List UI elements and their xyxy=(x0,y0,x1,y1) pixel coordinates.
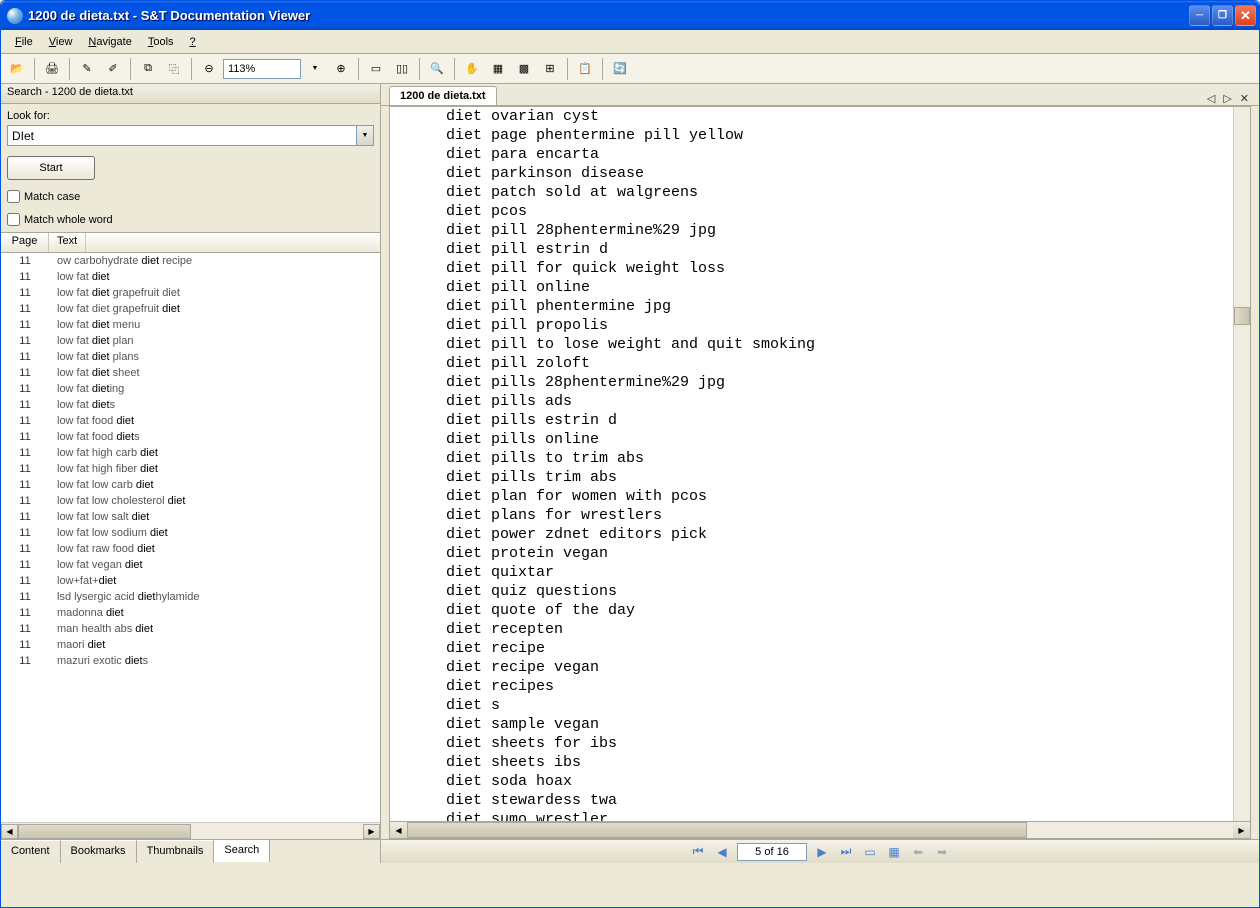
refresh-icon[interactable]: 🔄 xyxy=(608,57,632,81)
next-page-icon[interactable]: ▶ xyxy=(813,843,831,861)
highlight-tool-icon[interactable]: ✐ xyxy=(101,57,125,81)
first-page-icon[interactable]: ⏮ xyxy=(689,843,707,861)
sidebar-tabs: Content Bookmarks Thumbnails Search xyxy=(1,839,380,863)
result-row[interactable]: 11low fat diets xyxy=(1,397,380,413)
col-text[interactable]: Text xyxy=(49,233,86,252)
window-title: 1200 de dieta.txt - S&T Documentation Vi… xyxy=(28,8,1189,23)
statusbar: ⏮ ◀ ▶ ⏭ ▭ ▦ ⬅ ➡ xyxy=(381,839,1259,863)
result-row[interactable]: 11mazuri exotic diets xyxy=(1,653,380,669)
doc-hscroll[interactable]: ◀▶ xyxy=(389,822,1251,839)
clipboard-icon[interactable]: 📋 xyxy=(573,57,597,81)
start-button[interactable]: Start xyxy=(7,156,95,180)
print-icon[interactable]: 🖨 xyxy=(40,57,64,81)
tab-content[interactable]: Content xyxy=(1,840,61,863)
search-dropdown-icon[interactable]: ▼ xyxy=(357,125,374,146)
match-whole-label: Match whole word xyxy=(24,214,113,226)
last-page-icon[interactable]: ⏭ xyxy=(837,843,855,861)
copy-icon[interactable]: ⧉ xyxy=(136,57,160,81)
tab-search[interactable]: Search xyxy=(214,839,270,862)
view-single-icon[interactable]: ▭ xyxy=(861,843,879,861)
match-case-label: Match case xyxy=(24,191,80,203)
view-grid-icon[interactable]: ▦ xyxy=(885,843,903,861)
tab-thumbnails[interactable]: Thumbnails xyxy=(137,840,215,863)
result-row[interactable]: 11low fat food diets xyxy=(1,429,380,445)
tab-bookmarks[interactable]: Bookmarks xyxy=(61,840,137,863)
search-panel-title: Search - 1200 de dieta.txt xyxy=(1,84,380,104)
result-row[interactable]: 11man health abs diet xyxy=(1,621,380,637)
toolbar: 📂 🖨 ✎ ✐ ⧉ ⿻ ⊖ ▼ ⊕ ▭ ▯▯ 🔍 ✋ ▦ ▩ ⊞ 📋 🔄 xyxy=(1,54,1259,84)
result-row[interactable]: 11low fat diet xyxy=(1,269,380,285)
maximize-button[interactable]: ❐ xyxy=(1212,5,1233,26)
open-icon[interactable]: 📂 xyxy=(5,57,29,81)
close-button[interactable]: ✕ xyxy=(1235,5,1256,26)
result-row[interactable]: 11low fat diet plan xyxy=(1,333,380,349)
hand-tool-icon[interactable]: ✋ xyxy=(460,57,484,81)
result-row[interactable]: 11low fat low cholesterol diet xyxy=(1,493,380,509)
menu-file[interactable]: File xyxy=(7,33,41,51)
result-row[interactable]: 11low fat vegan diet xyxy=(1,557,380,573)
facing-page-icon[interactable]: ▯▯ xyxy=(390,57,414,81)
select-tool-icon[interactable]: ✎ xyxy=(75,57,99,81)
document-tab[interactable]: 1200 de dieta.txt xyxy=(389,86,497,105)
result-row[interactable]: 11low fat high carb diet xyxy=(1,445,380,461)
content-area: 1200 de dieta.txt ◁ ▷ ✕ diet ovarian cys… xyxy=(381,84,1259,863)
result-row[interactable]: 11lsd lysergic acid diethylamide xyxy=(1,589,380,605)
menu-help[interactable]: ? xyxy=(182,33,204,51)
menu-tools[interactable]: Tools xyxy=(140,33,182,51)
tool-c-icon[interactable]: ⊞ xyxy=(538,57,562,81)
results-list[interactable]: 11ow carbohydrate diet recipe11low fat d… xyxy=(1,253,380,822)
tool-b-icon[interactable]: ▩ xyxy=(512,57,536,81)
single-page-icon[interactable]: ▭ xyxy=(364,57,388,81)
sidebar: Search - 1200 de dieta.txt Look for: ▼ S… xyxy=(1,84,381,863)
document-view[interactable]: diet ovarian cyst diet page phentermine … xyxy=(389,106,1251,822)
menu-view[interactable]: View xyxy=(41,33,81,51)
result-row[interactable]: 11low fat diet grapefruit diet xyxy=(1,285,380,301)
result-row[interactable]: 11low fat diet grapefruit diet xyxy=(1,301,380,317)
tab-close-icon[interactable]: ✕ xyxy=(1238,92,1251,105)
col-page[interactable]: Page xyxy=(1,233,49,252)
result-row[interactable]: 11low fat diet menu xyxy=(1,317,380,333)
results-hscroll[interactable]: ◀▶ xyxy=(1,822,380,839)
minimize-button[interactable]: ─ xyxy=(1189,5,1210,26)
zoom-input[interactable] xyxy=(223,59,301,79)
document-text: diet ovarian cyst diet page phentermine … xyxy=(390,107,1233,821)
menubar: File View Navigate Tools ? xyxy=(1,30,1259,54)
result-row[interactable]: 11low fat low sodium diet xyxy=(1,525,380,541)
paste-icon[interactable]: ⿻ xyxy=(162,57,186,81)
tab-next-icon[interactable]: ▷ xyxy=(1221,92,1233,105)
app-icon xyxy=(7,8,23,24)
zoom-out-icon[interactable]: ⊖ xyxy=(197,57,221,81)
find-icon[interactable]: 🔍 xyxy=(425,57,449,81)
titlebar: 1200 de dieta.txt - S&T Documentation Vi… xyxy=(1,1,1259,30)
history-forward-icon[interactable]: ➡ xyxy=(933,843,951,861)
tool-a-icon[interactable]: ▦ xyxy=(486,57,510,81)
menu-navigate[interactable]: Navigate xyxy=(80,33,139,51)
result-row[interactable]: 11low fat food diet xyxy=(1,413,380,429)
match-whole-checkbox[interactable] xyxy=(7,213,20,226)
result-row[interactable]: 11low fat low salt diet xyxy=(1,509,380,525)
match-case-checkbox[interactable] xyxy=(7,190,20,203)
result-row[interactable]: 11low fat diet plans xyxy=(1,349,380,365)
result-row[interactable]: 11madonna diet xyxy=(1,605,380,621)
result-row[interactable]: 11low fat dieting xyxy=(1,381,380,397)
zoom-dropdown-icon[interactable]: ▼ xyxy=(303,57,327,81)
result-row[interactable]: 11low fat low carb diet xyxy=(1,477,380,493)
doc-vscroll[interactable] xyxy=(1233,107,1250,821)
history-back-icon[interactable]: ⬅ xyxy=(909,843,927,861)
result-row[interactable]: 11maori diet xyxy=(1,637,380,653)
prev-page-icon[interactable]: ◀ xyxy=(713,843,731,861)
result-row[interactable]: 11low fat high fiber diet xyxy=(1,461,380,477)
result-row[interactable]: 11low fat diet sheet xyxy=(1,365,380,381)
search-input[interactable] xyxy=(7,125,357,146)
results-header: Page Text xyxy=(1,233,380,253)
result-row[interactable]: 11ow carbohydrate diet recipe xyxy=(1,253,380,269)
result-row[interactable]: 11low+fat+diet xyxy=(1,573,380,589)
tab-prev-icon[interactable]: ◁ xyxy=(1205,92,1217,105)
zoom-in-icon[interactable]: ⊕ xyxy=(329,57,353,81)
result-row[interactable]: 11low fat raw food diet xyxy=(1,541,380,557)
look-for-label: Look for: xyxy=(7,110,374,122)
page-input[interactable] xyxy=(737,843,807,861)
